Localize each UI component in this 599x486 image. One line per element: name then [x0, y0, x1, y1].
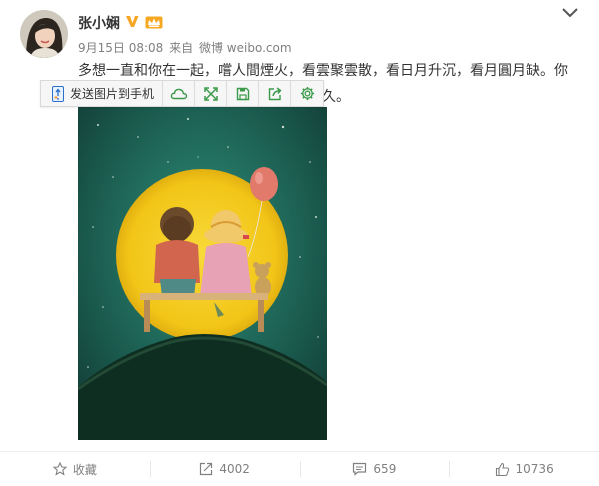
image-toolbar: 发送图片到手机 — [40, 80, 324, 107]
user-name[interactable]: 张小娴 — [78, 13, 120, 33]
save-button[interactable] — [227, 81, 260, 106]
like-button[interactable]: 10736 — [449, 452, 599, 486]
like-count: 10736 — [515, 462, 554, 476]
post-image[interactable] — [78, 107, 327, 440]
chevron-down-icon[interactable] — [561, 6, 579, 20]
share-icon — [268, 86, 282, 100]
comment-button[interactable]: 659 — [299, 452, 450, 486]
repost-button[interactable]: 4002 — [149, 452, 300, 486]
repost-icon — [200, 462, 213, 476]
cloud-button[interactable] — [163, 81, 196, 106]
post-date[interactable]: 9月15日 08:08 — [78, 41, 163, 55]
action-bar: 收藏 4002 659 10736 — [0, 451, 599, 486]
thumbs-up-icon — [495, 462, 509, 476]
favorite-button[interactable]: 收藏 — [0, 452, 150, 486]
save-icon — [236, 87, 249, 100]
post-meta: 9月15日 08:08 来自 微博 weibo.com — [78, 39, 294, 56]
gear-icon — [300, 86, 314, 101]
verified-v-icon — [126, 16, 139, 27]
expand-icon — [203, 86, 218, 101]
post-source[interactable]: 微博 weibo.com — [199, 41, 292, 55]
avatar[interactable] — [20, 10, 68, 58]
send-to-phone-label: 发送图片到手机 — [70, 87, 155, 101]
share-button[interactable] — [259, 81, 292, 106]
favorite-label: 收藏 — [72, 462, 97, 477]
expand-button[interactable] — [195, 81, 228, 106]
comment-count: 659 — [373, 462, 397, 476]
comment-icon — [353, 462, 367, 476]
phone-send-icon — [52, 85, 64, 102]
star-icon — [52, 462, 67, 476]
send-to-phone-button[interactable]: 发送图片到手机 — [41, 81, 164, 106]
repost-count: 4002 — [219, 462, 250, 476]
member-crown-icon[interactable] — [145, 15, 163, 29]
settings-button[interactable] — [291, 81, 323, 106]
weibo-post-card: 张小娴 9月15日 08:08 来自 微博 weibo.com 多想一直和你在一… — [0, 0, 599, 486]
source-prefix: 来自 — [169, 41, 194, 55]
cloud-icon — [170, 88, 187, 99]
